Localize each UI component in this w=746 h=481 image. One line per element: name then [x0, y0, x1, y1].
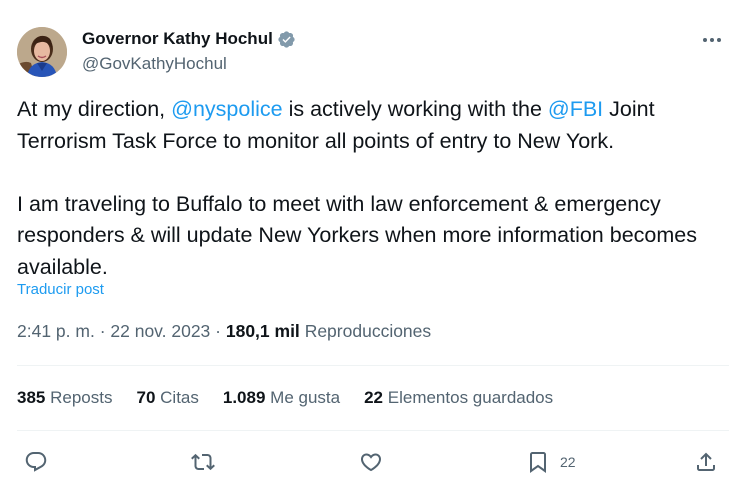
divider — [17, 365, 729, 366]
author-handle[interactable]: @GovKathyHochul — [82, 54, 227, 74]
reposts-label: Reposts — [50, 388, 113, 407]
views-label: Reproducciones — [304, 321, 432, 341]
tweet-date[interactable]: 22 nov. 2023 — [110, 321, 210, 341]
avatar[interactable] — [17, 27, 67, 77]
tweet-time[interactable]: 2:41 p. m. — [17, 321, 95, 341]
share-button[interactable] — [694, 447, 718, 477]
like-button[interactable] — [359, 447, 383, 477]
author-name-row: Governor Kathy Hochul — [82, 29, 296, 49]
verified-badge-icon[interactable] — [277, 30, 296, 49]
bookmark-count: 22 — [560, 454, 576, 470]
share-icon — [697, 452, 715, 471]
bookmark-button[interactable]: 22 — [526, 447, 576, 477]
bookmark-icon — [530, 452, 546, 473]
action-bar: 22 — [0, 447, 746, 477]
views-count: 180,1 mil — [225, 321, 300, 341]
bookmarks-stat[interactable]: 22 Elementos guardados — [364, 388, 553, 408]
mention-link-fbi[interactable]: @FBI — [548, 97, 603, 121]
quotes-label: Citas — [160, 388, 199, 407]
meta-separator: · — [210, 321, 226, 341]
engagement-stats: 385 Reposts 70 Citas 1.089 Me gusta 22 E… — [17, 388, 577, 408]
tweet-card: Governor Kathy Hochul @GovKathyHochul At… — [0, 0, 746, 481]
meta-separator: · — [94, 321, 111, 341]
tweet-text-part: is actively working with the — [282, 97, 548, 121]
reply-icon — [25, 452, 47, 472]
divider — [17, 430, 729, 431]
author-display-name[interactable]: Governor Kathy Hochul — [82, 29, 273, 49]
tweet-paragraph-1: At my direction, @nyspolice is actively … — [17, 94, 729, 157]
likes-label: Me gusta — [270, 388, 341, 407]
translate-post-link[interactable]: Traducir post — [17, 281, 104, 298]
more-options-icon[interactable] — [700, 30, 724, 50]
avatar-photo — [17, 27, 67, 77]
tweet-paragraph-2: I am traveling to Buffalo to meet with l… — [17, 191, 697, 279]
quotes-stat[interactable]: 70 Citas — [136, 388, 198, 408]
bookmarks-count: 22 — [364, 388, 384, 407]
repost-button[interactable] — [191, 447, 215, 477]
tweet-meta: 2:41 p. m. · 22 nov. 2023 · 180,1 mil Re… — [17, 321, 431, 342]
likes-count: 1.089 — [222, 388, 266, 407]
like-icon — [360, 453, 382, 472]
bookmarks-label: Elementos guardados — [387, 388, 554, 407]
reposts-count: 385 — [17, 388, 46, 407]
reposts-stat[interactable]: 385 Reposts — [17, 388, 112, 408]
tweet-text-part: At my direction, — [17, 97, 172, 121]
likes-stat[interactable]: 1.089 Me gusta — [223, 388, 340, 408]
quotes-count: 70 — [136, 388, 156, 407]
reply-button[interactable] — [24, 447, 48, 477]
tweet-text: At my direction, @nyspolice is actively … — [17, 94, 729, 283]
mention-link-nyspolice[interactable]: @nyspolice — [171, 97, 282, 121]
repost-icon — [191, 453, 215, 471]
